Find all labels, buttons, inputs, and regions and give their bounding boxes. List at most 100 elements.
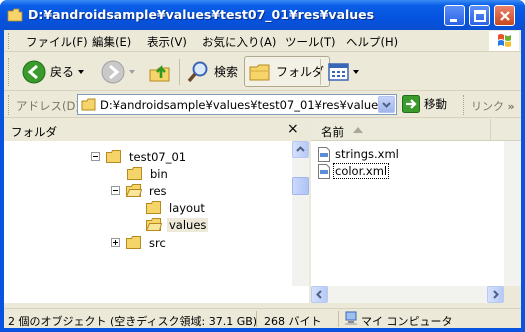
title-bar[interactable]: D:¥androidsample¥values¥test07_01¥res¥va…: [0, 0, 525, 30]
tree-vertical-scrollbar[interactable]: [292, 141, 309, 303]
file-name: color.xml: [332, 163, 390, 179]
folder-icon: [126, 236, 141, 249]
xml-file-icon: [318, 146, 330, 162]
maximize-icon: [474, 10, 486, 22]
tree-item-label: layout: [169, 200, 205, 215]
close-folder-pane-button[interactable]: ×: [287, 121, 299, 137]
tree-item-bin[interactable]: bin: [127, 165, 170, 182]
folder-icon: [146, 201, 161, 214]
tree-item-label: bin: [150, 166, 168, 181]
links-label[interactable]: リンク »: [471, 98, 515, 114]
back-label: 戻る: [50, 65, 75, 79]
collapse-icon[interactable]: [111, 186, 120, 195]
go-button[interactable]: 移動: [402, 95, 447, 113]
folder-tree: test07_01 bin res layout values src: [4, 141, 294, 303]
folder-open-icon: [146, 218, 162, 231]
menu-help[interactable]: ヘルプ(H): [346, 34, 398, 50]
views-dropdown-icon[interactable]: [353, 69, 359, 74]
forward-button[interactable]: [101, 56, 135, 87]
links-grip[interactable]: [463, 95, 466, 115]
folder-icon: [81, 98, 96, 111]
up-folder-button[interactable]: [148, 56, 172, 87]
menu-grip[interactable]: [8, 33, 11, 49]
status-separator: [338, 311, 339, 327]
minimize-button[interactable]: [444, 5, 465, 26]
search-label: 検索: [214, 65, 239, 79]
address-grip[interactable]: [8, 95, 11, 115]
tree-item-test07_01[interactable]: test07_01: [91, 148, 188, 165]
toolbar-separator: [179, 59, 180, 85]
up-folder-icon: [149, 64, 170, 81]
tree-item-label: values: [167, 217, 209, 232]
search-button[interactable]: 検索: [186, 56, 238, 87]
maximize-button[interactable]: [469, 5, 490, 26]
xml-file-icon: [318, 163, 330, 179]
tree-item-res[interactable]: res: [111, 182, 169, 199]
back-arrow-icon: [22, 60, 46, 83]
go-arrow-icon: [402, 95, 420, 113]
close-button[interactable]: [494, 5, 515, 26]
status-size: 268 バイト: [264, 315, 322, 328]
address-label: アドレス(D): [16, 99, 80, 113]
column-header-name[interactable]: 名前: [311, 119, 491, 140]
scroll-right-button[interactable]: [487, 286, 504, 303]
back-button[interactable]: 戻る: [22, 56, 85, 87]
folder-pane-title: フォルダ: [11, 125, 57, 139]
window-title: D:¥androidsample¥values¥test07_01¥res¥va…: [28, 7, 375, 22]
scroll-thumb[interactable]: [292, 177, 309, 195]
list-horizontal-scrollbar[interactable]: [311, 286, 504, 303]
folder-icon: [7, 8, 23, 22]
tree-item-src[interactable]: src: [111, 234, 168, 251]
menu-tools[interactable]: ツール(T): [285, 34, 336, 50]
windows-logo-icon: [489, 31, 519, 51]
menu-view[interactable]: 表示(V): [147, 34, 187, 50]
address-path: D:¥androidsample¥values¥test07_01¥res¥va…: [100, 98, 385, 112]
toolbar-separator: [320, 59, 321, 85]
file-item-strings[interactable]: strings.xml: [317, 146, 400, 162]
collapse-icon[interactable]: [91, 152, 100, 161]
chevron-down-icon: [382, 102, 391, 108]
back-dropdown-icon[interactable]: [78, 69, 85, 74]
file-list: strings.xml color.xml: [311, 141, 521, 303]
expand-icon[interactable]: [111, 238, 120, 247]
file-name: strings.xml: [335, 147, 399, 161]
scroll-left-button[interactable]: [311, 286, 328, 303]
minimize-icon: [450, 19, 457, 22]
folders-label: フォルダ: [276, 65, 325, 79]
forward-arrow-icon: [101, 60, 125, 83]
explorer-window: D:¥androidsample¥values¥test07_01¥res¥va…: [0, 0, 525, 332]
standard-toolbar: 戻る 検索 フォルダ: [4, 53, 521, 91]
sort-ascending-icon: [353, 127, 363, 133]
close-icon: [500, 11, 510, 21]
file-item-color[interactable]: color.xml: [317, 163, 390, 179]
address-input[interactable]: D:¥androidsample¥values¥test07_01¥res¥va…: [77, 94, 397, 115]
views-button[interactable]: [327, 56, 359, 87]
address-dropdown-button[interactable]: [378, 96, 395, 113]
status-bar: 2 個のオブジェクト (空きディスク領域: 37.1 GB) 268 バイト マ…: [4, 308, 521, 328]
status-object-count: 2 個のオブジェクト (空きディスク領域: 37.1 GB): [8, 315, 258, 328]
folders-button[interactable]: フォルダ: [244, 56, 331, 87]
menu-file[interactable]: ファイル(F): [26, 34, 88, 50]
list-vertical-scrollbar[interactable]: [504, 141, 521, 303]
tree-item-layout[interactable]: layout: [146, 199, 207, 216]
views-icon: [328, 62, 349, 81]
folder-icon: [106, 150, 121, 163]
toolbar-grip[interactable]: [8, 58, 11, 86]
column-name-label: 名前: [321, 125, 344, 139]
folder-open-icon: [126, 184, 142, 197]
chevron-left-icon: [316, 290, 322, 299]
menu-edit[interactable]: 編集(E): [92, 34, 131, 50]
forward-dropdown-icon[interactable]: [129, 69, 135, 74]
menu-bar: ファイル(F) 編集(E) 表示(V) お気に入り(A) ツール(T) ヘルプ(…: [4, 30, 521, 52]
scroll-up-button[interactable]: [292, 141, 309, 158]
folders-icon: [249, 64, 270, 80]
folder-pane-header: フォルダ ×: [4, 119, 309, 141]
chevron-right-icon: [493, 290, 499, 299]
list-scroll-corner: [504, 286, 521, 303]
tree-item-label: src: [149, 235, 166, 250]
tree-item-label: test07_01: [129, 149, 187, 164]
tree-item-values[interactable]: values: [146, 216, 209, 233]
tree-scroll-corner: [292, 286, 309, 303]
menu-favorites[interactable]: お気に入り(A): [202, 34, 276, 50]
tree-item-label: res: [149, 183, 167, 198]
